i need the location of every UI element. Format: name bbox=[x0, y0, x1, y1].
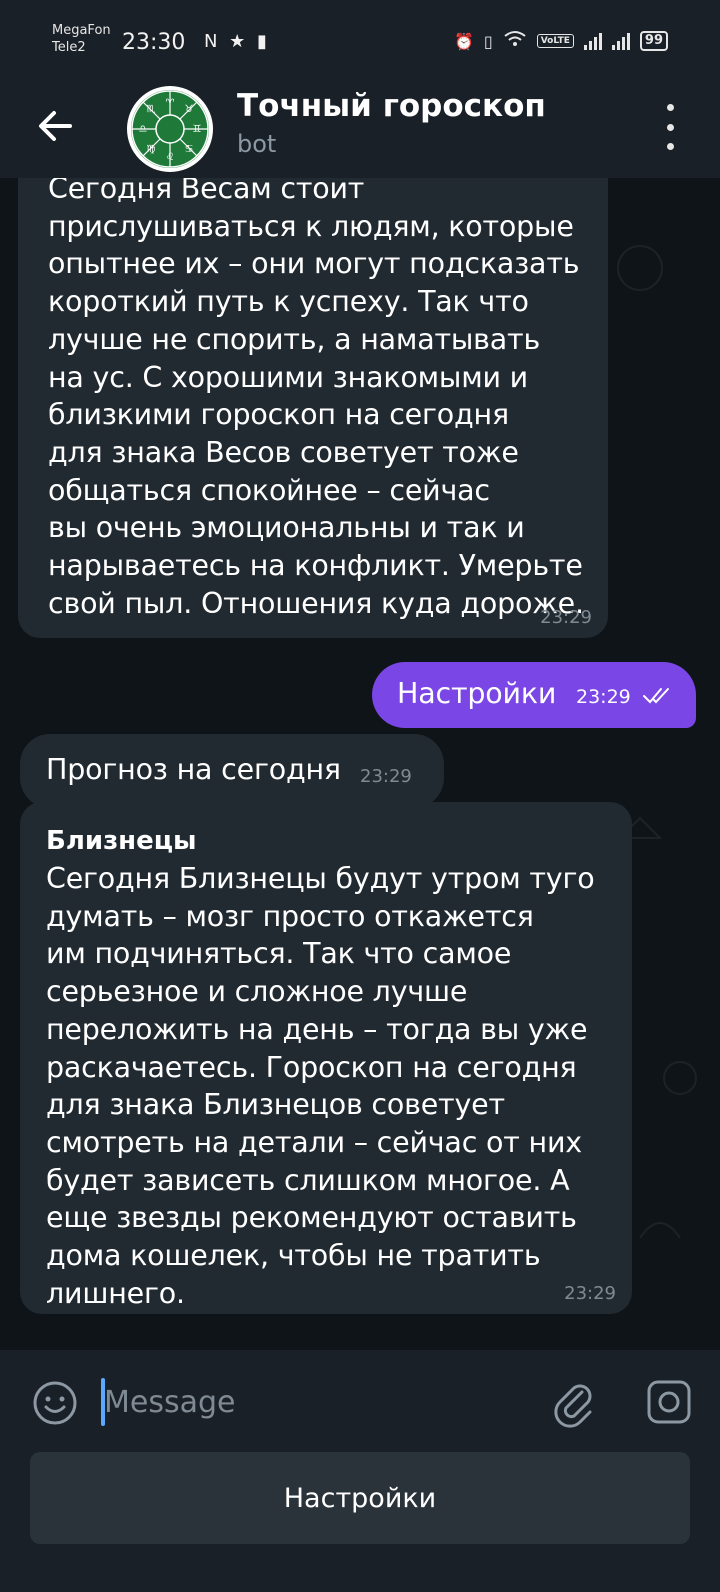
message-time: 23:29 bbox=[540, 607, 592, 628]
message-bubble-incoming[interactable]: Прогноз на сегодня 23:29 bbox=[20, 734, 444, 808]
volte-badge: VoLTE bbox=[536, 34, 574, 48]
bot-avatar[interactable]: ♈ ♉ ♊ ♋ ♌ ♍ ♎ ♏ bbox=[127, 86, 213, 172]
message-bubble-incoming[interactable]: Сегодня Весам стоит прислушиваться к люд… bbox=[18, 178, 608, 638]
more-vertical-icon[interactable] bbox=[660, 104, 680, 150]
vibrate-icon: ▯ bbox=[483, 31, 493, 51]
status-bar: MegaFon Tele2 23:30 N ★ ▮ ⏰ ▯ VoLTE 99 bbox=[0, 0, 720, 88]
signal-icon bbox=[583, 32, 602, 50]
wifi-icon bbox=[503, 30, 527, 52]
emoji-button[interactable] bbox=[32, 1380, 78, 1426]
message-time: 23:29 bbox=[576, 686, 631, 708]
svg-text:♋: ♋ bbox=[185, 144, 194, 155]
svg-text:♎: ♎ bbox=[139, 124, 148, 135]
carrier-1: MegaFon bbox=[52, 23, 111, 38]
composer: Настройки bbox=[0, 1350, 720, 1592]
status-time: 23:30 bbox=[122, 30, 186, 55]
message-text: Сегодня Весам стоит прислушиваться к люд… bbox=[48, 178, 584, 620]
camera-button[interactable] bbox=[646, 1378, 692, 1426]
back-button[interactable] bbox=[32, 102, 80, 150]
svg-text:♉: ♉ bbox=[185, 104, 194, 115]
notification-icons: N ★ ▮ bbox=[204, 31, 270, 52]
message-input[interactable] bbox=[104, 1376, 524, 1428]
svg-text:♌: ♌ bbox=[166, 152, 175, 163]
svg-text:♏: ♏ bbox=[147, 104, 156, 115]
chat-subtitle: bot bbox=[237, 130, 277, 158]
message-bubble-incoming[interactable]: Близнецы Сегодня Близнецы будут утром ту… bbox=[20, 802, 632, 1314]
message-text: Сегодня Близнецы будут утром туго думать… bbox=[46, 862, 595, 1310]
message-text: Прогноз на сегодня bbox=[46, 753, 341, 786]
battery-indicator: 99 bbox=[639, 31, 668, 51]
message-text: Настройки bbox=[397, 677, 557, 710]
paperclip-icon bbox=[554, 1384, 592, 1428]
zodiac-wheel-icon: ♈ ♉ ♊ ♋ ♌ ♍ ♎ ♏ bbox=[130, 89, 210, 169]
keyboard-button-settings[interactable]: Настройки bbox=[30, 1452, 690, 1544]
attach-button[interactable] bbox=[552, 1378, 598, 1428]
carrier-names: MegaFon Tele2 bbox=[52, 22, 111, 56]
arrow-left-icon bbox=[39, 111, 72, 141]
message-time: 23:29 bbox=[564, 1283, 616, 1304]
system-icons: ⏰ ▯ VoLTE 99 bbox=[454, 30, 668, 52]
emoji-icon bbox=[33, 1381, 77, 1425]
carrier-2: Tele2 bbox=[52, 40, 86, 55]
svg-text:♍: ♍ bbox=[147, 144, 156, 155]
message-title: Близнецы bbox=[46, 826, 197, 856]
svg-text:♊: ♊ bbox=[193, 124, 202, 135]
message-bubble-outgoing[interactable]: Настройки 23:29 bbox=[372, 662, 696, 728]
camera-icon bbox=[647, 1380, 691, 1424]
message-time: 23:29 bbox=[360, 766, 412, 787]
chat-header: ♈ ♉ ♊ ♋ ♌ ♍ ♎ ♏ Точный гороскоп bot bbox=[0, 80, 720, 178]
svg-text:♈: ♈ bbox=[166, 98, 175, 109]
message-list[interactable]: Сегодня Весам стоит прислушиваться к люд… bbox=[0, 178, 720, 1350]
alarm-icon: ⏰ bbox=[453, 31, 474, 51]
chat-title[interactable]: Точный гороскоп bbox=[237, 88, 546, 124]
signal-icon-2 bbox=[611, 32, 630, 50]
double-check-icon bbox=[643, 688, 669, 704]
